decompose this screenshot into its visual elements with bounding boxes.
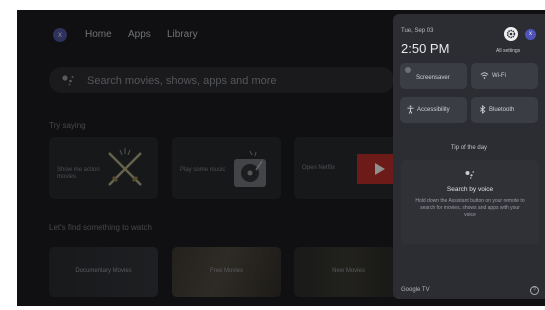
category-label: Documentary Movies bbox=[75, 268, 132, 274]
time-label: 2:50 PM bbox=[401, 41, 450, 56]
tab-apps[interactable]: Apps bbox=[128, 29, 151, 40]
suggestion-card-netflix[interactable]: Open Netflix bbox=[294, 137, 403, 199]
tab-library[interactable]: Library bbox=[167, 29, 198, 40]
category-free-movies[interactable]: Free Movies bbox=[172, 247, 281, 297]
tip-of-the-day-heading: Tip of the day bbox=[450, 145, 488, 151]
gear-icon bbox=[506, 29, 516, 39]
tile-label: Bluetooth bbox=[489, 107, 515, 113]
screensaver-indicator bbox=[405, 67, 411, 73]
tip-card: Search by voice Hold down the Assistant … bbox=[401, 160, 539, 244]
help-icon[interactable]: ? bbox=[530, 286, 539, 295]
tile-label: Wi-Fi bbox=[492, 73, 506, 79]
watch-heading: Let's find something to watch bbox=[49, 223, 152, 232]
assistant-icon bbox=[465, 171, 474, 179]
tab-home[interactable]: Home bbox=[85, 29, 112, 40]
settings-button[interactable] bbox=[504, 27, 518, 41]
accessibility-tile[interactable]: Accessibility bbox=[400, 97, 467, 123]
bluetooth-icon bbox=[479, 105, 486, 114]
screensaver-tile[interactable]: Screensaver bbox=[400, 63, 467, 89]
assistant-icon bbox=[62, 75, 74, 86]
suggestion-card-music[interactable]: Play some music bbox=[172, 137, 281, 199]
category-documentary-movies[interactable]: Documentary Movies bbox=[49, 247, 158, 297]
panel-profile-avatar[interactable]: x bbox=[525, 29, 536, 40]
wifi-tile[interactable]: Wi-Fi bbox=[471, 63, 538, 89]
suggestion-card-label: Show me action movies bbox=[57, 167, 100, 180]
category-new-movies[interactable]: New Movies bbox=[294, 247, 403, 297]
tip-description: Hold down the Assistant button on your r… bbox=[415, 198, 525, 218]
bluetooth-tile[interactable]: Bluetooth bbox=[471, 97, 538, 123]
google-tv-label: Google TV bbox=[401, 287, 430, 293]
tip-heading: Search by voice bbox=[446, 186, 494, 193]
date-label: Tue, Sep 03 bbox=[401, 28, 434, 34]
crossed-swords-icon bbox=[108, 148, 142, 186]
quick-settings-panel: Tue, Sep 03 2:50 PM x All settings Scree… bbox=[393, 14, 545, 299]
suggestion-card-label: Open Netflix bbox=[302, 165, 336, 171]
wifi-icon bbox=[480, 72, 489, 79]
accessibility-icon bbox=[407, 105, 414, 114]
search-input[interactable]: Search movies, shows, apps and more bbox=[87, 75, 277, 87]
tile-label: Accessibility bbox=[417, 107, 450, 113]
suggestion-card-action-movies[interactable]: Show me action movies bbox=[49, 137, 158, 199]
all-settings-label: All settings bbox=[496, 48, 521, 54]
category-label: New Movies bbox=[332, 268, 365, 274]
tile-label: Screensaver bbox=[416, 75, 450, 81]
suggestion-card-label: Play some music bbox=[180, 167, 226, 173]
profile-avatar[interactable]: x bbox=[53, 28, 67, 42]
category-label: Free Movies bbox=[209, 268, 243, 274]
try-saying-heading: Try saying bbox=[49, 121, 86, 130]
record-player-icon bbox=[234, 150, 266, 187]
